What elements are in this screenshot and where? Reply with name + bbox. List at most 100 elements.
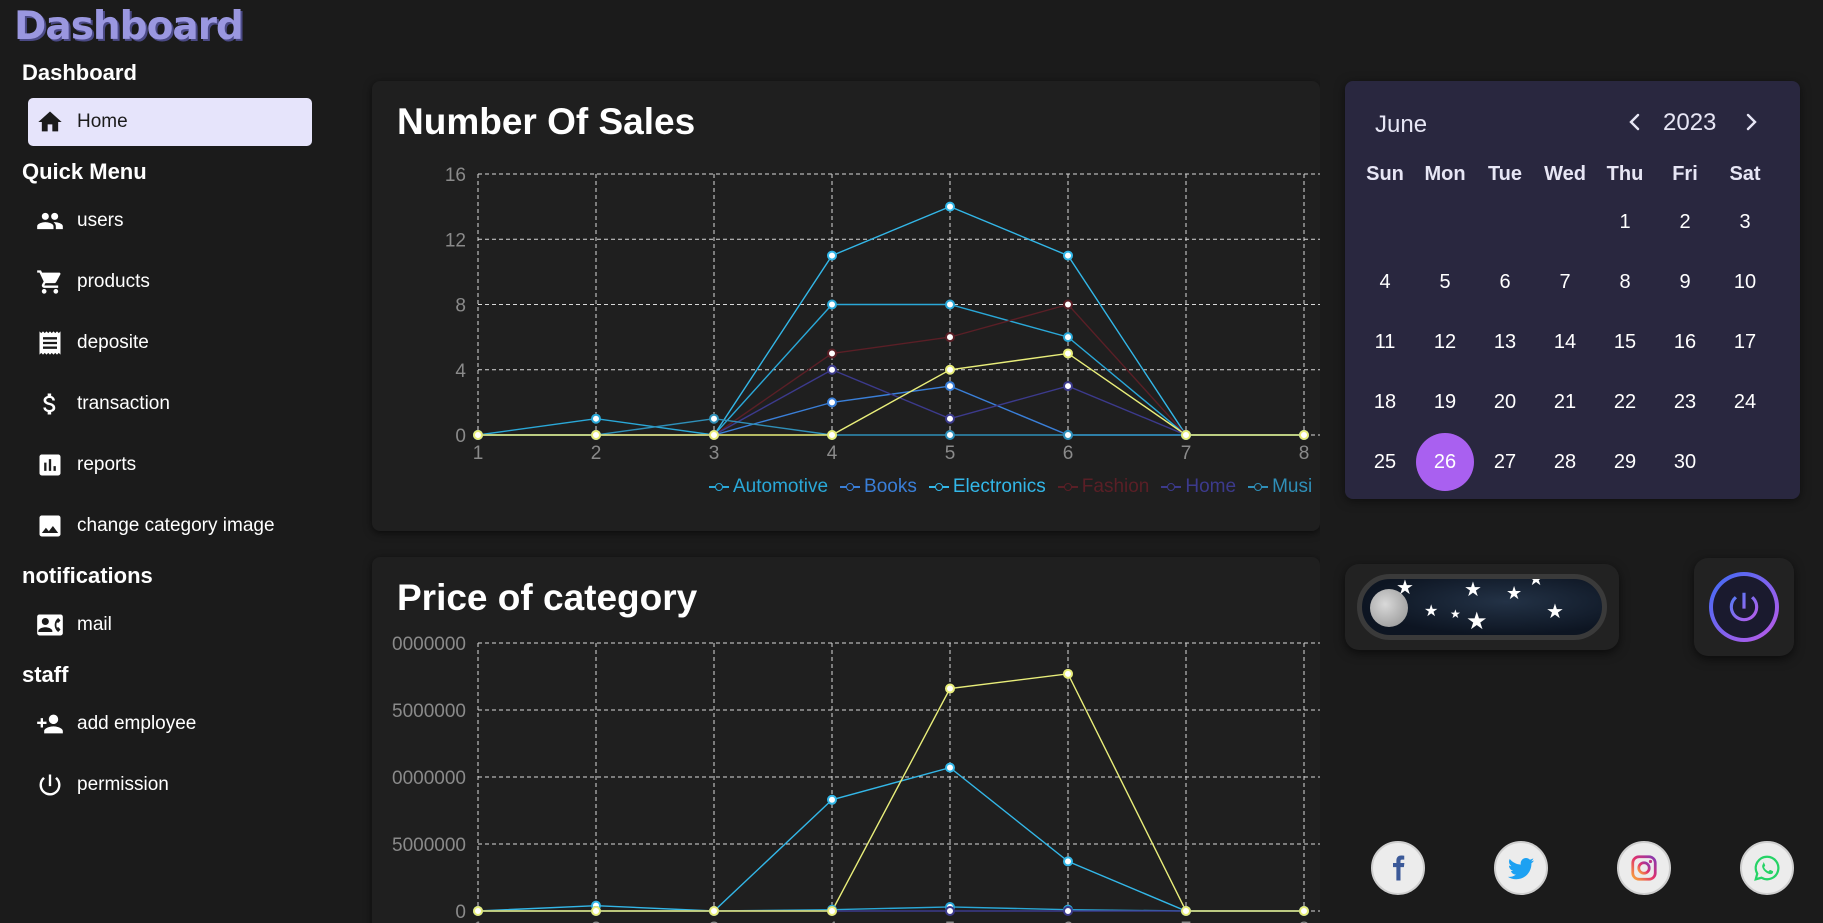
legend-item[interactable]: Fashion <box>1057 476 1149 498</box>
sidebar-item-add-employee[interactable]: add employee <box>28 700 312 748</box>
calendar-day[interactable]: 27 <box>1475 432 1535 492</box>
calendar-day[interactable]: 8 <box>1595 252 1655 312</box>
data-point[interactable] <box>709 906 719 916</box>
data-point[interactable] <box>945 201 955 212</box>
calendar-day[interactable]: 19 <box>1415 372 1475 432</box>
calendar-day[interactable]: 17 <box>1715 312 1775 372</box>
sidebar-item-products[interactable]: products <box>28 258 312 306</box>
data-point[interactable] <box>1063 668 1073 679</box>
calendar-day[interactable]: 10 <box>1715 252 1775 312</box>
data-point[interactable] <box>1299 430 1309 440</box>
calendar-day[interactable]: 1 <box>1595 192 1655 252</box>
legend-item[interactable]: Musi <box>1248 476 1312 498</box>
data-point[interactable] <box>827 430 837 440</box>
data-point[interactable] <box>945 430 955 440</box>
data-point[interactable] <box>827 348 837 359</box>
calendar-day[interactable]: 2 <box>1655 192 1715 252</box>
data-point[interactable] <box>945 299 955 310</box>
calendar-day[interactable]: 22 <box>1595 372 1655 432</box>
calendar-day[interactable]: 4 <box>1355 252 1415 312</box>
data-point[interactable] <box>827 397 837 408</box>
data-point[interactable] <box>473 430 483 440</box>
data-point[interactable] <box>591 430 601 440</box>
calendar-day[interactable]: 18 <box>1355 372 1415 432</box>
calendar-month[interactable]: June <box>1375 111 1427 139</box>
calendar-day-label: 24 <box>1733 390 1757 413</box>
calendar-day[interactable]: 6 <box>1475 252 1535 312</box>
sidebar-item-users[interactable]: users <box>28 197 312 245</box>
data-point[interactable] <box>1063 856 1073 867</box>
data-point[interactable] <box>473 906 483 916</box>
whatsapp-button[interactable] <box>1740 841 1794 895</box>
data-point[interactable] <box>1063 348 1073 359</box>
data-point[interactable] <box>945 364 955 375</box>
data-point[interactable] <box>827 364 837 375</box>
calendar-prev-button[interactable] <box>1623 108 1647 136</box>
data-point[interactable] <box>709 413 719 424</box>
data-point[interactable] <box>827 794 837 805</box>
facebook-button[interactable] <box>1371 841 1425 895</box>
twitter-button[interactable] <box>1494 841 1548 895</box>
calendar-day[interactable]: 14 <box>1535 312 1595 372</box>
calendar-day[interactable]: 25 <box>1355 432 1415 492</box>
calendar-day-today[interactable]: 26 <box>1415 432 1475 492</box>
sidebar-item-home[interactable]: Home <box>28 98 312 146</box>
calendar-day[interactable]: 24 <box>1715 372 1775 432</box>
data-point[interactable] <box>945 413 955 424</box>
data-point[interactable] <box>945 683 955 694</box>
legend-item[interactable]: Home <box>1161 476 1236 498</box>
calendar-day[interactable]: 3 <box>1715 192 1775 252</box>
calendar-day[interactable]: 30 <box>1655 432 1715 492</box>
sidebar-item-mail[interactable]: mail <box>28 601 312 649</box>
legend-item[interactable]: Electronics <box>928 476 1046 498</box>
data-point[interactable] <box>1063 250 1073 261</box>
sidebar-item-deposite[interactable]: deposite <box>28 319 312 367</box>
calendar-day[interactable]: 29 <box>1595 432 1655 492</box>
sidebar-item-transaction[interactable]: transaction <box>28 380 312 428</box>
data-point[interactable] <box>945 762 955 773</box>
calendar-day[interactable]: 16 <box>1655 312 1715 372</box>
calendar-day[interactable]: 9 <box>1655 252 1715 312</box>
data-point[interactable] <box>1063 299 1073 310</box>
receipt-icon <box>39 331 61 355</box>
legend-item[interactable]: Automotive <box>709 476 828 498</box>
calendar-year[interactable]: 2023 <box>1663 109 1716 137</box>
y-tick-label: 5000000 <box>392 701 466 722</box>
calendar-day[interactable]: 15 <box>1595 312 1655 372</box>
calendar-day[interactable]: 28 <box>1535 432 1595 492</box>
instagram-button[interactable] <box>1617 841 1671 895</box>
data-point[interactable] <box>1063 430 1073 440</box>
sidebar-item-permission[interactable]: permission <box>28 761 312 809</box>
legend-item[interactable]: Books <box>840 476 917 498</box>
sidebar-item-change-category-image[interactable]: change category image <box>28 502 312 550</box>
data-point[interactable] <box>709 430 719 440</box>
calendar-day[interactable]: 5 <box>1415 252 1475 312</box>
calendar-day[interactable]: 7 <box>1535 252 1595 312</box>
calendar-day[interactable]: 12 <box>1415 312 1475 372</box>
y-tick-label: 16 <box>445 165 466 186</box>
data-point[interactable] <box>827 250 837 261</box>
calendar-day[interactable]: 20 <box>1475 372 1535 432</box>
data-point[interactable] <box>827 906 837 916</box>
power-button[interactable] <box>1709 572 1779 642</box>
data-point[interactable] <box>1181 906 1191 916</box>
calendar-day[interactable]: 13 <box>1475 312 1535 372</box>
data-point[interactable] <box>1063 906 1073 916</box>
data-point[interactable] <box>827 299 837 310</box>
data-point[interactable] <box>1299 906 1309 916</box>
data-point[interactable] <box>1063 381 1073 392</box>
calendar-next-button[interactable] <box>1739 108 1763 136</box>
data-point[interactable] <box>945 906 955 916</box>
calendar-day[interactable]: 11 <box>1355 312 1415 372</box>
data-point[interactable] <box>945 381 955 392</box>
data-point[interactable] <box>1063 332 1073 343</box>
data-point[interactable] <box>591 906 601 916</box>
calendar-week-row: 25 26 27 28 29 30 <box>1355 432 1775 492</box>
data-point[interactable] <box>1181 430 1191 440</box>
calendar-day[interactable]: 23 <box>1655 372 1715 432</box>
theme-toggle[interactable]: ★ ★ ★ ★ ★ ★ ★ ★ <box>1357 574 1607 640</box>
data-point[interactable] <box>591 413 601 424</box>
data-point[interactable] <box>945 332 955 343</box>
calendar-day[interactable]: 21 <box>1535 372 1595 432</box>
sidebar-item-reports[interactable]: reports <box>28 441 312 489</box>
